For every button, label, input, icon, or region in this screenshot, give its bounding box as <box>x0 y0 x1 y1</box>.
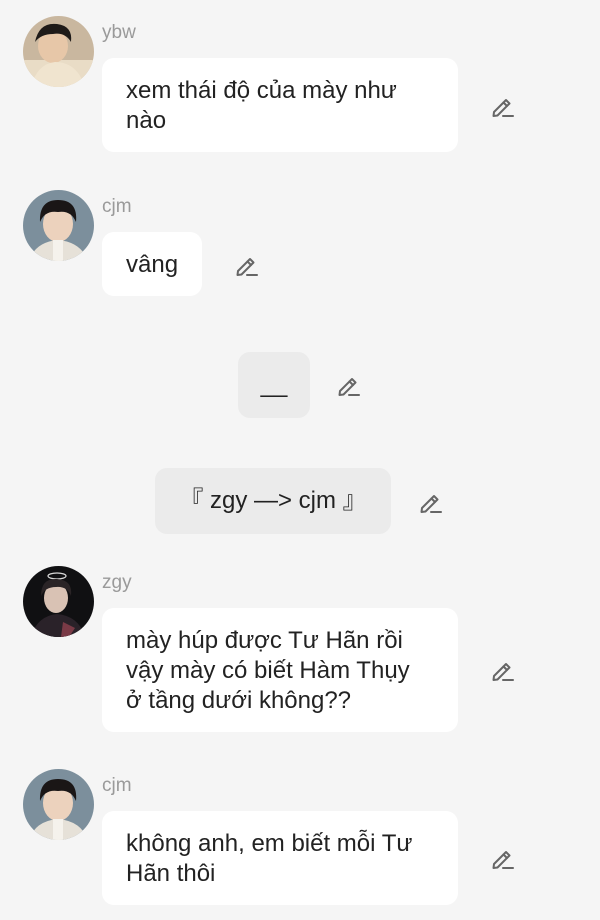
message-text-line: mày húp được Tư Hãn rồi <box>126 627 403 654</box>
avatar-ybw[interactable] <box>23 16 94 87</box>
message-text-line: không anh, em biết mỗi Tư <box>126 830 413 857</box>
avatar-cjm-image <box>23 190 94 261</box>
edit-pencil-icon[interactable] <box>490 93 516 119</box>
username-cjm: cjm <box>102 196 132 217</box>
username-zgy: zgy <box>102 572 132 593</box>
edit-pencil-icon[interactable] <box>490 845 516 871</box>
message-bubble-zgy: mày húp được Tư Hãn rồi vậy mày có biết … <box>102 608 458 732</box>
message-text-line: vậy mày có biết Hàm Thụy <box>126 657 410 684</box>
narration-bubble-scene: 『 zgy —> cjm 』 <box>155 468 391 534</box>
message-text-line: Hãn thôi <box>126 860 216 887</box>
narration-bubble-divider: __ <box>238 352 310 418</box>
message-text-line: ở tầng dưới không?? <box>126 687 352 714</box>
edit-pencil-icon[interactable] <box>234 252 260 278</box>
avatar-cjm[interactable] <box>23 190 94 261</box>
message-bubble-cjm: không anh, em biết mỗi Tư Hãn thôi <box>102 811 458 905</box>
narration-text: 『 zgy —> cjm 』 <box>179 487 367 514</box>
avatar-cjm-image <box>23 769 94 840</box>
edit-pencil-icon[interactable] <box>490 657 516 683</box>
edit-pencil-icon[interactable] <box>418 489 444 515</box>
edit-pencil-icon[interactable] <box>336 372 362 398</box>
avatar-ybw-image <box>23 16 94 87</box>
message-text: vâng <box>126 251 179 278</box>
avatar-zgy[interactable] <box>23 566 94 637</box>
message-text-line: xem thái độ của mày như <box>126 77 397 104</box>
narration-text: __ <box>260 371 288 398</box>
message-bubble-ybw: xem thái độ của mày như nào <box>102 58 458 152</box>
avatar-cjm[interactable] <box>23 769 94 840</box>
username-ybw: ybw <box>102 22 136 43</box>
message-text-line: nào <box>126 107 167 134</box>
message-bubble-cjm: vâng <box>102 232 202 296</box>
avatar-zgy-image <box>23 566 94 637</box>
username-cjm: cjm <box>102 775 132 796</box>
